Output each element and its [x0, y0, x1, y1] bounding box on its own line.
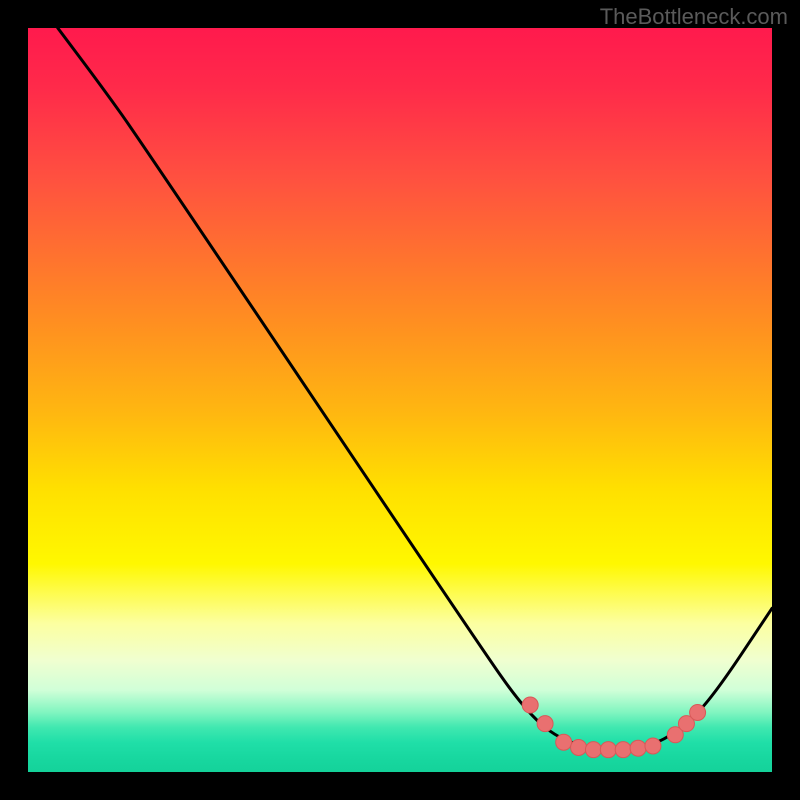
data-marker [556, 734, 572, 750]
data-marker [630, 740, 646, 756]
data-markers [522, 697, 705, 758]
data-marker [615, 742, 631, 758]
data-marker [600, 742, 616, 758]
data-marker [585, 742, 601, 758]
data-marker [690, 704, 706, 720]
data-marker [522, 697, 538, 713]
watermark-text: TheBottleneck.com [600, 4, 788, 30]
data-marker [571, 739, 587, 755]
plot-area [28, 28, 772, 772]
data-marker [645, 738, 661, 754]
curve-svg [28, 28, 772, 772]
data-marker [537, 716, 553, 732]
curve-line [58, 28, 772, 748]
